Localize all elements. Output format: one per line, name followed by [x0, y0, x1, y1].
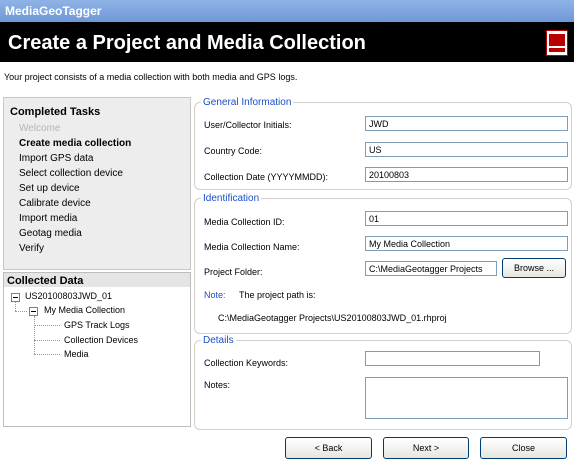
- task-select-collection-device: Select collection device: [19, 168, 123, 179]
- tree-node-media[interactable]: Media: [64, 349, 89, 359]
- tree-node-media-collection[interactable]: My Media Collection: [44, 305, 125, 315]
- country-code-label: Country Code:: [204, 146, 263, 156]
- project-folder-input[interactable]: C:\MediaGeotagger Projects: [365, 261, 497, 276]
- back-button[interactable]: < Back: [285, 437, 372, 459]
- media-collection-id-label: Media Collection ID:: [204, 217, 285, 227]
- task-verify: Verify: [19, 243, 45, 254]
- note-text: The project path is:: [239, 290, 316, 300]
- initials-input[interactable]: JWD: [365, 116, 568, 131]
- project-folder-label: Project Folder:: [204, 267, 263, 277]
- tree-node-gps-track-logs[interactable]: GPS Track Logs: [64, 320, 130, 330]
- country-code-input[interactable]: US: [365, 142, 568, 157]
- task-import-gps-data: Import GPS data: [19, 153, 94, 164]
- general-information-legend: General Information: [201, 97, 294, 108]
- task-calibrate-device: Calibrate device: [19, 198, 91, 209]
- browse-button[interactable]: Browse ...: [502, 258, 566, 278]
- collection-keywords-input[interactable]: [365, 351, 540, 366]
- media-collection-name-label: Media Collection Name:: [204, 242, 300, 252]
- initials-label: User/Collector Initials:: [204, 120, 292, 130]
- task-geotag-media: Geotag media: [19, 228, 82, 239]
- header-band: Create a Project and Media Collection: [0, 22, 574, 62]
- media-collection-id-input[interactable]: 01: [365, 211, 568, 226]
- task-create-media-collection: Create media collection: [19, 138, 132, 149]
- page-title: Create a Project and Media Collection: [8, 32, 366, 54]
- notes-label: Notes:: [204, 380, 231, 390]
- task-set-up-device: Set up device: [19, 183, 80, 194]
- tree-collapse-root-icon[interactable]: [11, 293, 20, 302]
- logo-icon: [546, 30, 568, 56]
- media-collection-name-input[interactable]: My Media Collection: [365, 236, 568, 251]
- task-welcome: Welcome: [19, 123, 61, 134]
- task-import-media: Import media: [19, 213, 78, 224]
- collected-data-panel: Collected Data US20100803JWD_01 My Media…: [3, 272, 191, 427]
- identification-legend: Identification: [201, 193, 262, 204]
- collection-date-input[interactable]: 20100803: [365, 167, 568, 182]
- collection-keywords-label: Collection Keywords:: [204, 358, 289, 368]
- notes-textarea[interactable]: [365, 377, 568, 419]
- completed-tasks-heading: Completed Tasks: [10, 106, 101, 118]
- note-label: Note:: [204, 290, 226, 300]
- window-titlebar: MediaGeoTagger: [0, 0, 574, 22]
- page-subtitle: Your project consists of a media collect…: [4, 72, 298, 82]
- completed-tasks-panel: Completed Tasks Welcome Create media col…: [3, 97, 191, 270]
- collected-data-heading: Collected Data: [7, 275, 84, 287]
- tree-node-root[interactable]: US20100803JWD_01: [25, 291, 112, 301]
- tree-node-collection-devices[interactable]: Collection Devices: [64, 335, 138, 345]
- close-button[interactable]: Close: [480, 437, 567, 459]
- details-legend: Details: [201, 335, 236, 346]
- collection-date-label: Collection Date (YYYYMMDD):: [204, 172, 329, 182]
- window-title: MediaGeoTagger: [5, 4, 102, 18]
- project-path-text: C:\MediaGeotagger Projects\US20100803JWD…: [218, 313, 447, 323]
- tree-collapse-collection-icon[interactable]: [29, 307, 38, 316]
- next-button[interactable]: Next >: [383, 437, 469, 459]
